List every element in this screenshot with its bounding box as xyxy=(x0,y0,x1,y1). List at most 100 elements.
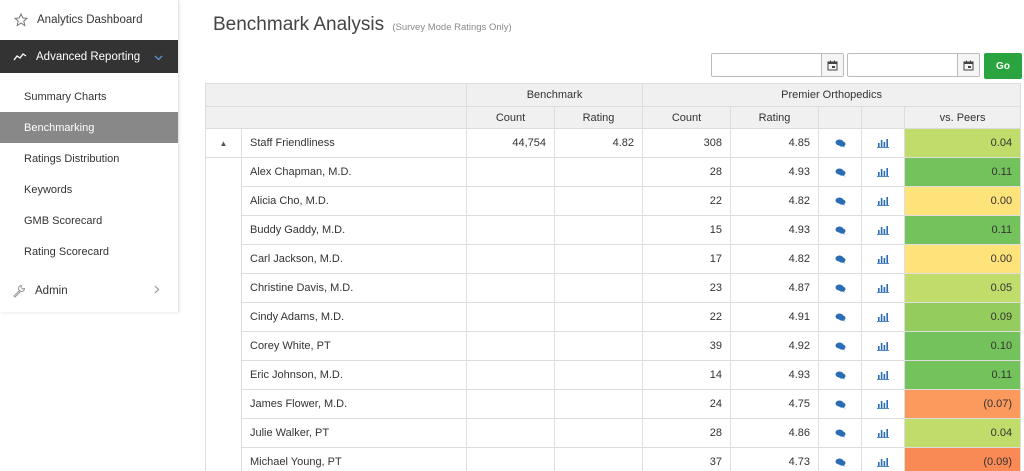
table-row: Julie Walker, PT 28 4.86 0.04 xyxy=(205,418,1022,448)
vs-peers-value: 0.10 xyxy=(904,331,1022,361)
nav-admin[interactable]: Admin xyxy=(0,273,178,309)
nav-analytics-dashboard[interactable]: Analytics Dashboard xyxy=(0,0,178,40)
calendar-icon[interactable] xyxy=(957,54,979,76)
chat-bubbles-icon xyxy=(835,313,846,322)
indent-cell xyxy=(205,360,242,390)
header-blank xyxy=(205,83,467,107)
bar-chart-icon xyxy=(877,283,890,294)
indent-cell xyxy=(205,273,242,303)
header-bench-rating[interactable]: Rating xyxy=(553,106,644,129)
practice-count: 308 xyxy=(642,128,732,158)
comments-button[interactable] xyxy=(818,186,863,216)
practice-rating: 4.87 xyxy=(730,273,820,303)
practice-rating: 4.75 xyxy=(730,389,820,419)
provider-name: Cindy Adams, M.D. xyxy=(241,302,467,332)
bench-rating-empty xyxy=(553,186,644,216)
chat-bubbles-icon xyxy=(835,168,846,177)
chat-bubbles-icon xyxy=(835,342,846,351)
sidebar-item-gmb-scorecard[interactable]: GMB Scorecard xyxy=(0,205,178,236)
vs-peers-value: 0.04 xyxy=(904,128,1022,158)
chart-button[interactable] xyxy=(861,331,906,361)
comments-button[interactable] xyxy=(818,244,863,274)
comments-button[interactable] xyxy=(818,360,863,390)
chat-bubbles-icon xyxy=(835,458,846,467)
bench-rating-empty xyxy=(553,302,644,332)
practice-count: 15 xyxy=(642,215,732,245)
comments-button[interactable] xyxy=(818,128,863,158)
comments-button[interactable] xyxy=(818,418,863,448)
header-rating[interactable]: Rating xyxy=(730,106,820,129)
calendar-icon[interactable] xyxy=(821,54,843,76)
practice-rating: 4.82 xyxy=(730,186,820,216)
page-title: Benchmark Analysis (Survey Mode Ratings … xyxy=(213,14,512,36)
table-row: Christine Davis, M.D. 23 4.87 0.05 xyxy=(205,273,1022,303)
chart-button[interactable] xyxy=(861,418,906,448)
indent-cell xyxy=(205,186,242,216)
chart-button[interactable] xyxy=(861,186,906,216)
chart-button[interactable] xyxy=(861,389,906,419)
bar-chart-icon xyxy=(877,196,890,207)
chart-button[interactable] xyxy=(861,244,906,274)
comments-button[interactable] xyxy=(818,331,863,361)
chat-bubbles-icon xyxy=(835,400,846,409)
provider-name: Buddy Gaddy, M.D. xyxy=(241,215,467,245)
header-count[interactable]: Count xyxy=(642,106,732,129)
header-chart xyxy=(861,106,906,129)
chat-bubbles-icon xyxy=(835,197,846,206)
header-vs-peers[interactable]: vs. Peers xyxy=(904,106,1022,129)
bench-count-empty xyxy=(466,244,555,274)
practice-count: 28 xyxy=(642,157,732,187)
bar-chart-icon xyxy=(877,341,890,352)
chart-button[interactable] xyxy=(861,273,906,303)
table-row: Corey White, PT 39 4.92 0.10 xyxy=(205,331,1022,361)
bench-count-empty xyxy=(466,157,555,187)
practice-count: 22 xyxy=(642,186,732,216)
practice-rating: 4.93 xyxy=(730,360,820,390)
collapse-toggle-icon[interactable]: ▲ xyxy=(205,128,242,158)
chat-bubbles-icon xyxy=(835,255,846,264)
provider-name: Corey White, PT xyxy=(241,331,467,361)
sidebar-item-label: GMB Scorecard xyxy=(24,214,103,227)
comments-button[interactable] xyxy=(818,157,863,187)
chat-bubbles-icon xyxy=(835,226,846,235)
indent-cell xyxy=(205,244,242,274)
chart-button[interactable] xyxy=(861,360,906,390)
bench-count-empty xyxy=(466,331,555,361)
header-bench-count[interactable]: Count xyxy=(466,106,555,129)
practice-count: 23 xyxy=(642,273,732,303)
benchmark-table: Benchmark Premier Orthopedics Count Rati… xyxy=(205,83,1022,471)
chart-button[interactable] xyxy=(861,302,906,332)
practice-rating: 4.92 xyxy=(730,331,820,361)
header-comments xyxy=(818,106,863,129)
provider-name: Eric Johnson, M.D. xyxy=(241,360,467,390)
go-button[interactable]: Go xyxy=(984,53,1022,79)
page-title-text: Benchmark Analysis xyxy=(213,14,385,35)
vs-peers-value: 0.00 xyxy=(904,186,1022,216)
provider-name: Alex Chapman, M.D. xyxy=(241,157,467,187)
vs-peers-value: (0.09) xyxy=(904,447,1022,471)
sidebar-item-keywords[interactable]: Keywords xyxy=(0,174,178,205)
comments-button[interactable] xyxy=(818,447,863,471)
table-row: Buddy Gaddy, M.D. 15 4.93 0.11 xyxy=(205,215,1022,245)
sidebar-item-benchmarking[interactable]: Benchmarking xyxy=(0,112,178,143)
chart-button[interactable] xyxy=(861,157,906,187)
practice-count: 39 xyxy=(642,331,732,361)
comments-button[interactable] xyxy=(818,389,863,419)
sidebar-item-rating-scorecard[interactable]: Rating Scorecard xyxy=(0,236,178,267)
bar-chart-icon xyxy=(877,457,890,468)
comments-button[interactable] xyxy=(818,215,863,245)
comments-button[interactable] xyxy=(818,273,863,303)
practice-count: 37 xyxy=(642,447,732,471)
vs-peers-value: 0.04 xyxy=(904,418,1022,448)
sidebar-item-ratings-distribution[interactable]: Ratings Distribution xyxy=(0,143,178,174)
vs-peers-value: 0.09 xyxy=(904,302,1022,332)
wrench-icon xyxy=(12,284,26,298)
chart-button[interactable] xyxy=(861,447,906,471)
provider-name: James Flower, M.D. xyxy=(241,389,467,419)
chart-button[interactable] xyxy=(861,215,906,245)
nav-advanced-reporting[interactable]: Advanced Reporting xyxy=(0,40,178,73)
chart-button[interactable] xyxy=(861,128,906,158)
sidebar-item-summary-charts[interactable]: Summary Charts xyxy=(0,81,178,112)
practice-count: 28 xyxy=(642,418,732,448)
comments-button[interactable] xyxy=(818,302,863,332)
